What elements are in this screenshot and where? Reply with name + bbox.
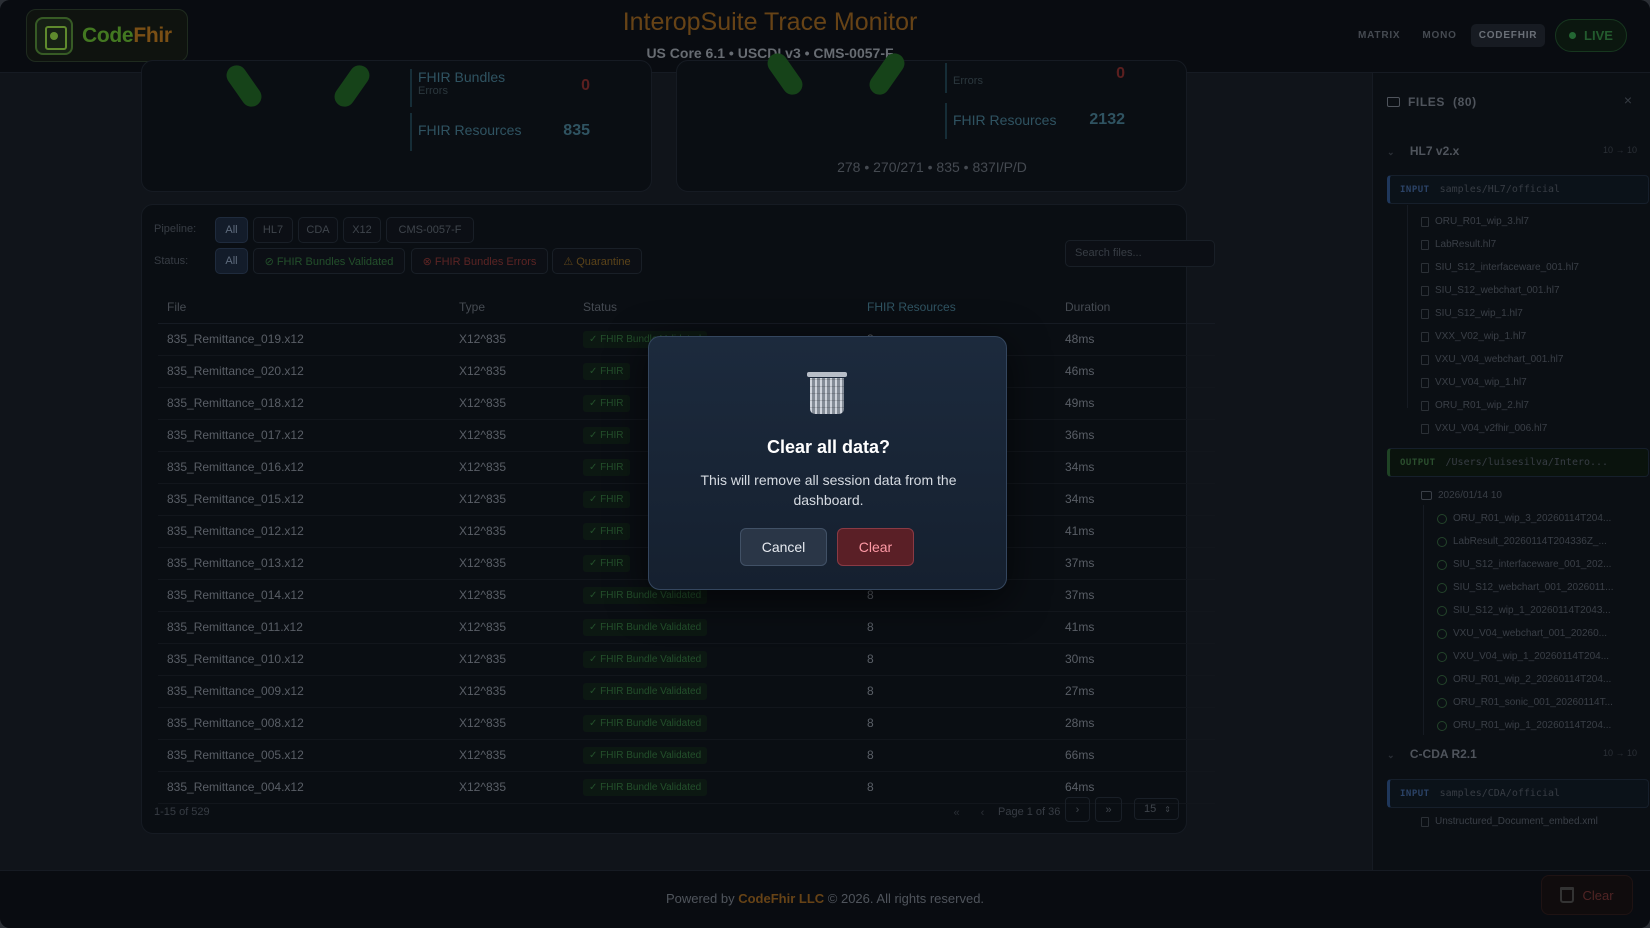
- dialog-title: Clear all data?: [766, 437, 891, 457]
- dialog-message: This will remove all session data from t…: [700, 472, 957, 508]
- cancel-button[interactable]: Cancel: [740, 528, 827, 566]
- trash-icon: [807, 372, 847, 414]
- clear-data-dialog: Clear all data? This will remove all ses…: [648, 336, 1007, 590]
- confirm-clear-button[interactable]: Clear: [837, 528, 914, 566]
